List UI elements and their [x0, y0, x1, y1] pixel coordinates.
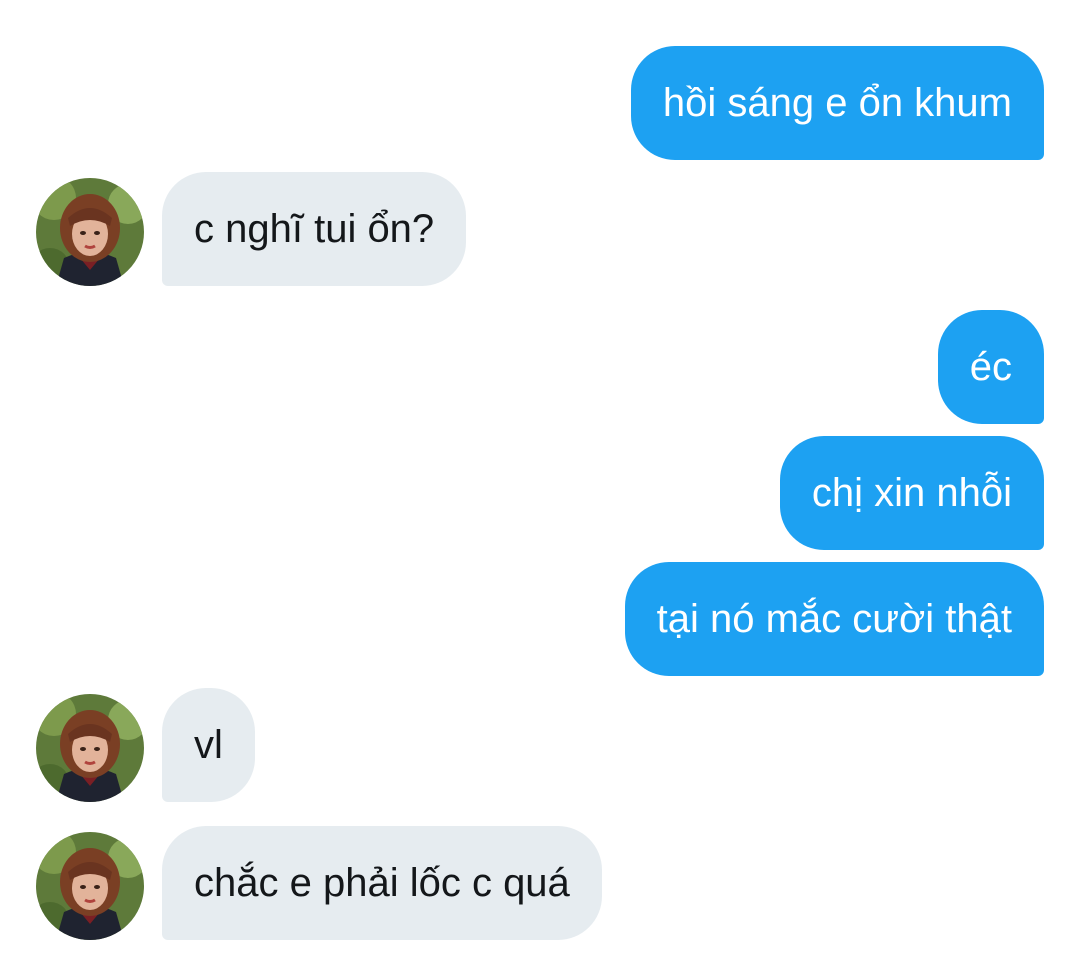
incoming-message-bubble[interactable]: chắc e phải lốc c quá: [162, 826, 602, 940]
contact-avatar[interactable]: [36, 694, 144, 802]
message-text: vl: [194, 722, 223, 767]
outgoing-message-bubble[interactable]: tại nó mắc cười thật: [624, 562, 1044, 676]
outgoing-message-bubble[interactable]: éc: [937, 310, 1044, 424]
incoming-message-bubble[interactable]: c nghĩ tui ổn?: [162, 172, 467, 286]
outgoing-message-bubble[interactable]: chị xin nhỗi: [779, 436, 1044, 550]
message-text: c nghĩ tui ổn?: [194, 206, 435, 251]
incoming-message-bubble[interactable]: vl: [162, 688, 255, 802]
message-text: éc: [969, 344, 1012, 389]
message-text: chị xin nhỗi: [811, 470, 1012, 515]
message-text: chắc e phải lốc c quá: [194, 860, 570, 905]
outgoing-message-bubble[interactable]: hồi sáng e ổn khum: [630, 46, 1044, 160]
message-thread: hồi sáng e ổn khum c nghĩ tui ổn? éc chị…: [0, 0, 1080, 958]
message-text: hồi sáng e ổn khum: [662, 80, 1012, 125]
message-text: tại nó mắc cười thật: [656, 596, 1012, 641]
contact-avatar[interactable]: [36, 832, 144, 940]
contact-avatar[interactable]: [36, 178, 144, 286]
